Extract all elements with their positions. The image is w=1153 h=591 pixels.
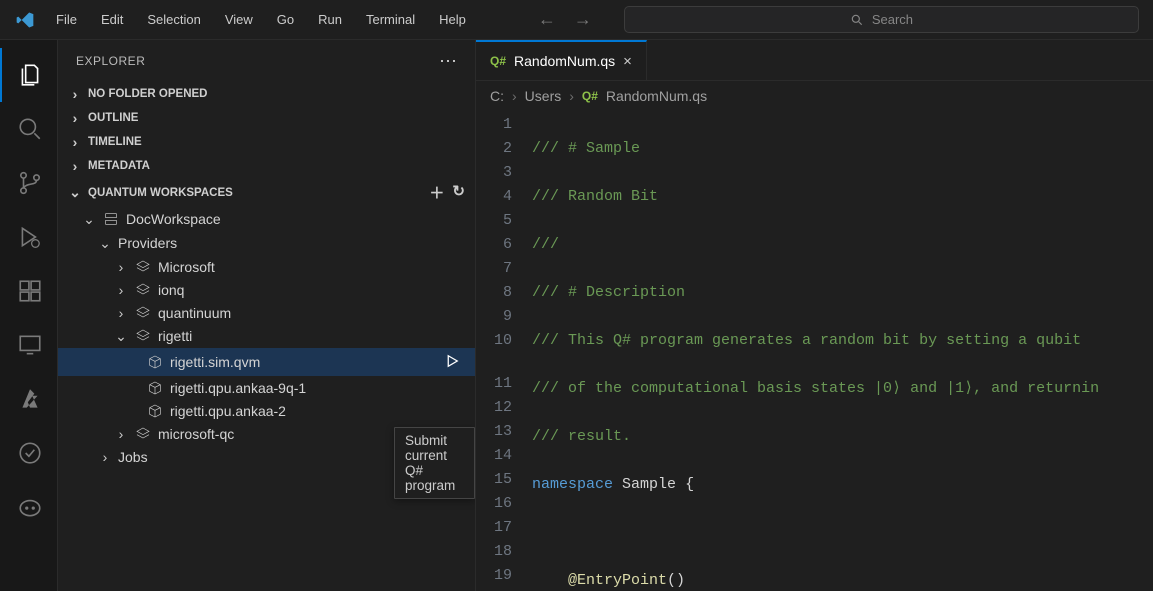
files-icon bbox=[17, 62, 43, 88]
chevron-down-icon: ⌄ bbox=[114, 328, 128, 345]
breadcrumb-part[interactable]: C: bbox=[490, 88, 504, 104]
menu-run[interactable]: Run bbox=[308, 6, 352, 33]
activity-remote[interactable] bbox=[0, 318, 58, 372]
target-rigetti-ankaa-9q1[interactable]: rigetti.qpu.ankaa-9q-1 bbox=[58, 376, 475, 399]
workspace-item[interactable]: ⌄ DocWorkspace bbox=[58, 207, 475, 231]
qsharp-icon: Q# bbox=[490, 54, 506, 68]
activity-search[interactable] bbox=[0, 102, 58, 156]
command-center-search[interactable]: Search bbox=[624, 6, 1139, 33]
menu-go[interactable]: Go bbox=[267, 6, 304, 33]
layers-icon bbox=[134, 305, 152, 321]
server-icon bbox=[102, 211, 120, 227]
activity-bar bbox=[0, 40, 58, 591]
chevron-right-icon: › bbox=[98, 449, 112, 465]
chevron-down-icon: ⌄ bbox=[98, 235, 112, 252]
breadcrumb[interactable]: C: › Users › Q# RandomNum.qs bbox=[476, 81, 1153, 111]
search-placeholder: Search bbox=[872, 12, 913, 27]
chevron-right-icon: › bbox=[512, 88, 517, 104]
extensions-icon bbox=[17, 278, 43, 304]
layers-icon bbox=[134, 328, 152, 344]
menu-file[interactable]: File bbox=[46, 6, 87, 33]
chevron-right-icon: › bbox=[114, 305, 128, 321]
providers-item[interactable]: ⌄ Providers bbox=[58, 231, 475, 255]
chevron-right-icon: › bbox=[68, 86, 82, 102]
section-metadata[interactable]: › METADATA bbox=[58, 154, 475, 178]
nav-arrows: ← → bbox=[532, 7, 598, 32]
tab-randomnum[interactable]: Q# RandomNum.qs × bbox=[476, 40, 647, 80]
chevron-right-icon: › bbox=[68, 134, 82, 150]
more-icon[interactable]: ⋯ bbox=[439, 51, 457, 72]
activity-explorer[interactable] bbox=[0, 48, 58, 102]
menu-help[interactable]: Help bbox=[429, 6, 476, 33]
package-icon bbox=[146, 354, 164, 370]
refresh-icon[interactable]: ↻ bbox=[452, 182, 465, 203]
tab-filename: RandomNum.qs bbox=[514, 53, 615, 69]
package-icon bbox=[146, 380, 164, 396]
submit-play-icon[interactable] bbox=[443, 352, 461, 373]
activity-copilot[interactable] bbox=[0, 480, 58, 534]
layers-icon bbox=[134, 282, 152, 298]
provider-ionq[interactable]: › ionq bbox=[58, 278, 475, 301]
activity-run-debug[interactable] bbox=[0, 210, 58, 264]
layers-icon bbox=[134, 259, 152, 275]
menu-bar: File Edit Selection View Go Run Terminal… bbox=[46, 6, 476, 33]
qsharp-icon: Q# bbox=[582, 89, 598, 103]
line-gutter: 12345678910111213141516171819 bbox=[476, 111, 532, 591]
chevron-right-icon: › bbox=[114, 282, 128, 298]
chevron-down-icon: ⌄ bbox=[68, 184, 82, 201]
code-editor[interactable]: 12345678910111213141516171819 /// # Samp… bbox=[476, 111, 1153, 591]
explorer-sidebar: EXPLORER ⋯ › NO FOLDER OPENED › OUTLINE … bbox=[58, 40, 476, 591]
section-timeline[interactable]: › TIMELINE bbox=[58, 130, 475, 154]
chevron-right-icon: › bbox=[569, 88, 574, 104]
tooltip-submit: Submit current Q# program bbox=[394, 427, 475, 499]
section-no-folder[interactable]: › NO FOLDER OPENED bbox=[58, 82, 475, 106]
chevron-down-icon: ⌄ bbox=[82, 211, 96, 228]
menu-view[interactable]: View bbox=[215, 6, 263, 33]
check-circle-icon bbox=[17, 440, 43, 466]
search-icon bbox=[17, 116, 43, 142]
breadcrumb-part[interactable]: Users bbox=[525, 88, 562, 104]
title-bar: File Edit Selection View Go Run Terminal… bbox=[0, 0, 1153, 40]
layers-icon bbox=[134, 426, 152, 442]
azure-icon bbox=[17, 386, 43, 412]
provider-quantinuum[interactable]: › quantinuum bbox=[58, 301, 475, 324]
menu-selection[interactable]: Selection bbox=[137, 6, 210, 33]
sidebar-title: EXPLORER bbox=[76, 54, 145, 68]
activity-test[interactable] bbox=[0, 426, 58, 480]
provider-microsoft[interactable]: › Microsoft bbox=[58, 255, 475, 278]
nav-back-icon[interactable]: ← bbox=[532, 7, 562, 32]
close-icon[interactable]: × bbox=[623, 53, 632, 70]
remote-icon bbox=[17, 332, 43, 358]
activity-source-control[interactable] bbox=[0, 156, 58, 210]
add-workspace-icon[interactable]: ＋ bbox=[429, 182, 444, 203]
target-rigetti-ankaa-2[interactable]: rigetti.qpu.ankaa-2 bbox=[58, 399, 475, 422]
activity-extensions[interactable] bbox=[0, 264, 58, 318]
nav-forward-icon[interactable]: → bbox=[568, 7, 598, 32]
section-quantum-workspaces[interactable]: ⌄ QUANTUM WORKSPACES ＋ ↻ bbox=[58, 178, 475, 207]
editor-tabs: Q# RandomNum.qs × bbox=[476, 40, 1153, 81]
section-outline[interactable]: › OUTLINE bbox=[58, 106, 475, 130]
chevron-right-icon: › bbox=[114, 426, 128, 442]
code-content[interactable]: /// # Sample /// Random Bit /// /// # De… bbox=[532, 111, 1153, 591]
menu-terminal[interactable]: Terminal bbox=[356, 6, 425, 33]
menu-edit[interactable]: Edit bbox=[91, 6, 133, 33]
chevron-right-icon: › bbox=[68, 158, 82, 174]
search-icon bbox=[850, 13, 864, 27]
package-icon bbox=[146, 403, 164, 419]
vscode-logo-icon bbox=[14, 9, 36, 31]
branch-icon bbox=[17, 170, 43, 196]
editor-area: Q# RandomNum.qs × C: › Users › Q# Random… bbox=[476, 40, 1153, 591]
chevron-right-icon: › bbox=[114, 259, 128, 275]
chevron-right-icon: › bbox=[68, 110, 82, 126]
target-rigetti-sim-qvm[interactable]: rigetti.sim.qvm bbox=[58, 348, 475, 376]
copilot-icon bbox=[17, 494, 43, 520]
play-bug-icon bbox=[17, 224, 43, 250]
activity-azure[interactable] bbox=[0, 372, 58, 426]
provider-rigetti[interactable]: ⌄ rigetti bbox=[58, 324, 475, 348]
breadcrumb-file[interactable]: RandomNum.qs bbox=[606, 88, 707, 104]
